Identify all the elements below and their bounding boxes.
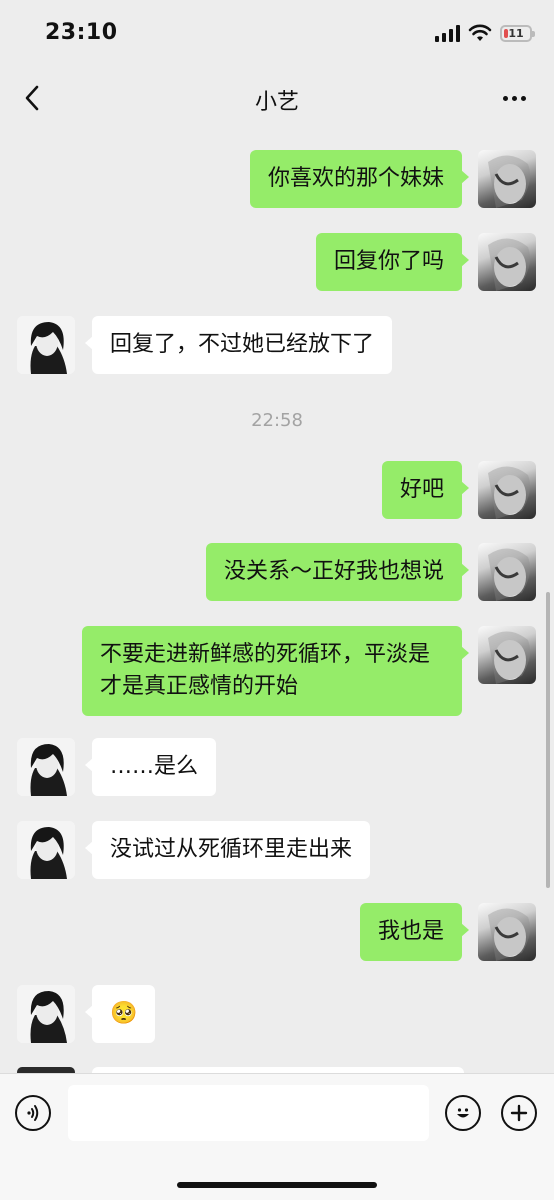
message-bubble[interactable]: 🥺 bbox=[84, 985, 156, 1043]
message-bubble[interactable]: 不要走进新鲜感的死循环，平淡是才是真正感情的开始 bbox=[82, 626, 469, 716]
chat-title: 小艺 bbox=[254, 90, 299, 115]
my-avatar[interactable] bbox=[478, 626, 536, 684]
my-avatar[interactable] bbox=[478, 233, 536, 291]
chat-area[interactable]: 你喜欢的那个妹妹 回复你了吗 回复了，不过她已经放下了 22:58 好吧 没关系… bbox=[0, 130, 554, 1073]
message-row: 🥺 bbox=[0, 985, 554, 1045]
contact-avatar[interactable] bbox=[17, 821, 75, 879]
message-row: 我也是 bbox=[0, 903, 554, 963]
contact-avatar[interactable] bbox=[17, 985, 75, 1043]
message-bubble[interactable]: 我也是 bbox=[359, 903, 470, 961]
contact-avatar[interactable] bbox=[17, 738, 75, 796]
voice-icon bbox=[27, 1105, 39, 1121]
plus-button[interactable] bbox=[501, 1095, 537, 1131]
home-indicator bbox=[177, 1182, 377, 1188]
message-bubble[interactable]: 回复你了吗 bbox=[315, 233, 470, 291]
status-icons: 11 bbox=[435, 24, 535, 42]
status-time: 23:10 bbox=[45, 20, 118, 45]
input-bar bbox=[0, 1073, 554, 1200]
message-bubble[interactable]: ……是么 bbox=[84, 738, 217, 796]
my-avatar[interactable] bbox=[478, 543, 536, 601]
status-bar: 23:10 11 bbox=[0, 0, 554, 70]
message-bubble[interactable]: 好吧 bbox=[381, 461, 470, 519]
my-avatar[interactable] bbox=[478, 150, 536, 208]
message-input[interactable] bbox=[68, 1085, 429, 1141]
message-bubble[interactable]: 没试过从死循环里走出来 bbox=[84, 821, 371, 879]
plus-icon bbox=[510, 1104, 528, 1122]
message-row: 没关系～正好我也想说 bbox=[0, 543, 554, 603]
contact-avatar[interactable] bbox=[17, 316, 75, 374]
message-row: 好吧 bbox=[0, 461, 554, 521]
message-row: 回复了，不过她已经放下了 bbox=[0, 316, 554, 376]
more-button[interactable] bbox=[496, 82, 532, 114]
more-icon bbox=[502, 95, 508, 101]
signal-icon bbox=[435, 24, 460, 42]
message-row: 没试过从死循环里走出来 bbox=[0, 821, 554, 881]
emoji-icon bbox=[457, 1108, 469, 1118]
my-avatar[interactable] bbox=[478, 903, 536, 961]
wifi-icon bbox=[468, 24, 492, 41]
message-row: ……是么 bbox=[0, 738, 554, 798]
message-bubble[interactable]: 没关系～正好我也想说 bbox=[205, 543, 470, 601]
battery-icon: 11 bbox=[500, 24, 535, 42]
message-row: 不要走进新鲜感的死循环，平淡是才是真正感情的开始 bbox=[0, 626, 554, 716]
message-bubble[interactable]: 你喜欢的那个妹妹 bbox=[249, 150, 470, 208]
message-bubble[interactable]: 回复了，不过她已经放下了 bbox=[84, 316, 393, 374]
emoji-button[interactable] bbox=[445, 1095, 481, 1131]
message-row: 回复你了吗 bbox=[0, 233, 554, 293]
scrollbar[interactable] bbox=[546, 592, 550, 888]
voice-button[interactable] bbox=[15, 1095, 51, 1131]
timestamp: 22:58 bbox=[251, 410, 303, 431]
message-row: 你喜欢的那个妹妹 bbox=[0, 150, 554, 210]
nav-bar: 小艺 bbox=[0, 70, 554, 128]
my-avatar[interactable] bbox=[478, 461, 536, 519]
battery-level: 11 bbox=[508, 26, 524, 40]
